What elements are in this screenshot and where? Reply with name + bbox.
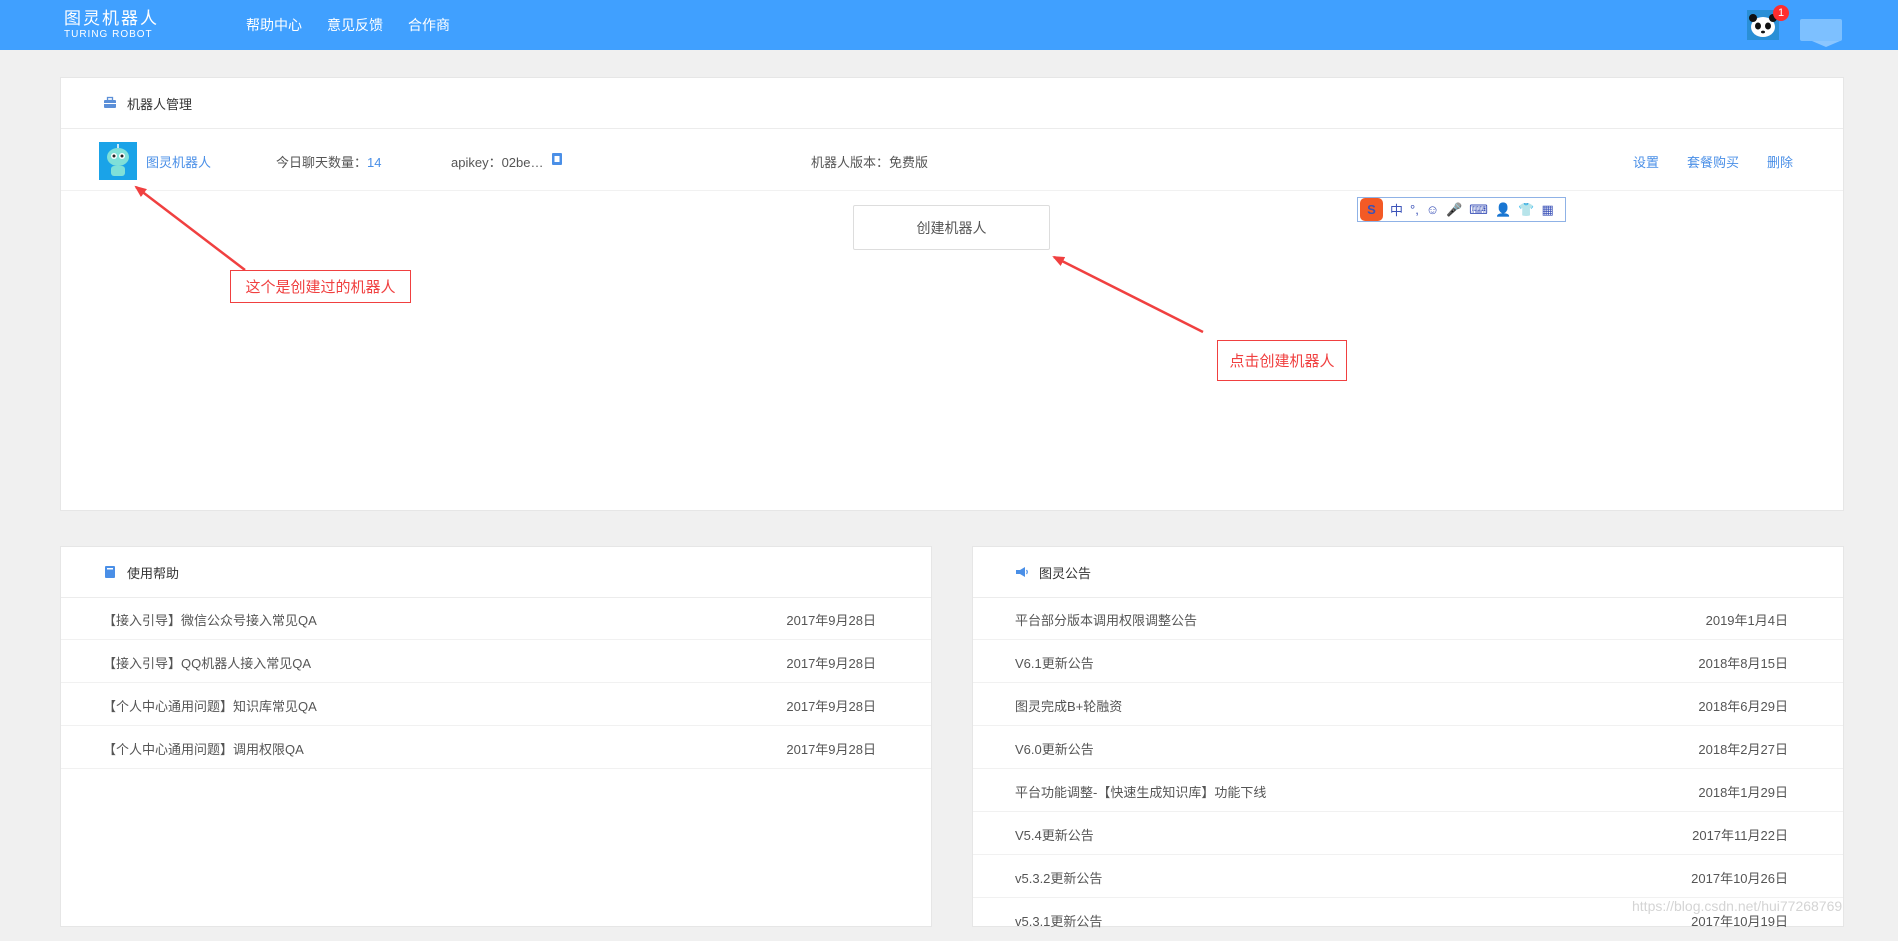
notice-item-title[interactable]: V5.4更新公告 <box>1015 825 1094 844</box>
notice-panel-header: 图灵公告 <box>973 547 1843 598</box>
notice-item-title[interactable]: V6.1更新公告 <box>1015 653 1094 672</box>
help-item-date: 2017年9月28日 <box>786 613 876 628</box>
list-item[interactable]: 平台部分版本调用权限调整公告 2019年1月4日 <box>973 597 1843 640</box>
notice-item-date: 2019年1月4日 <box>1705 613 1788 628</box>
help-list: 【接入引导】微信公众号接入常见QA 2017年9月28日 【接入引导】QQ机器人接… <box>61 597 931 769</box>
notice-item-title[interactable]: v5.3.2更新公告 <box>1015 868 1102 887</box>
book-icon <box>105 566 115 578</box>
help-item-title[interactable]: 【接入引导】QQ机器人接入常见QA <box>103 653 311 672</box>
notice-item-date: 2018年6月29日 <box>1698 699 1788 714</box>
annotation-created-robot: 这个是创建过的机器人 <box>230 270 411 303</box>
help-item-date: 2017年9月28日 <box>786 742 876 757</box>
notice-item-date: 2018年8月15日 <box>1698 656 1788 671</box>
notice-item-date: 2018年2月27日 <box>1698 742 1788 757</box>
notice-panel: 图灵公告 平台部分版本调用权限调整公告 2019年1月4日 V6.1更新公告 201… <box>972 546 1844 941</box>
list-item[interactable]: 【接入引导】微信公众号接入常见QA 2017年9月28日 <box>61 597 931 640</box>
notice-list: 平台部分版本调用权限调整公告 2019年1月4日 V6.1更新公告 2018年8月1… <box>973 597 1843 941</box>
notice-panel-title: 图灵公告 <box>1039 565 1092 581</box>
list-item[interactable]: 图灵完成B+轮融资 2018年6月29日 <box>973 683 1843 726</box>
arrow-to-create-button <box>1052 255 1204 334</box>
notice-item-date: 2017年11月22日 <box>1692 828 1788 843</box>
annotation-click-create: 点击创建机器人 <box>1217 340 1347 381</box>
help-panel: 使用帮助 【接入引导】微信公众号接入常见QA 2017年9月28日 【接入引导】Q… <box>60 546 932 927</box>
watermark: https://blog.csdn.net/hui77268769 <box>1632 898 1843 914</box>
notice-item-title[interactable]: V6.0更新公告 <box>1015 739 1094 758</box>
arrow-to-robot <box>134 185 246 271</box>
help-panel-header: 使用帮助 <box>61 547 931 598</box>
help-item-date: 2017年9月28日 <box>786 699 876 714</box>
list-item[interactable]: v5.3.2更新公告 2017年10月26日 <box>973 855 1843 898</box>
list-item[interactable]: V6.0更新公告 2018年2月27日 <box>973 726 1843 769</box>
notice-item-title[interactable]: 图灵完成B+轮融资 <box>1015 696 1122 715</box>
list-item[interactable]: 【接入引导】QQ机器人接入常见QA 2017年9月28日 <box>61 640 931 683</box>
help-item-title[interactable]: 【个人中心通用问题】调用权限QA <box>103 739 304 758</box>
help-panel-title: 使用帮助 <box>127 565 180 581</box>
help-item-title[interactable]: 【接入引导】微信公众号接入常见QA <box>103 610 317 629</box>
megaphone-icon <box>1016 567 1028 577</box>
list-item[interactable]: 【个人中心通用问题】调用权限QA 2017年9月28日 <box>61 726 931 769</box>
list-item[interactable]: 平台功能调整-【快速生成知识库】功能下线 2018年1月29日 <box>973 769 1843 812</box>
help-item-title[interactable]: 【个人中心通用问题】知识库常见QA <box>103 696 317 715</box>
notice-item-title[interactable]: 平台部分版本调用权限调整公告 <box>1015 610 1197 629</box>
list-item[interactable]: 【个人中心通用问题】知识库常见QA 2017年9月28日 <box>61 683 931 726</box>
help-item-date: 2017年9月28日 <box>786 656 876 671</box>
notice-item-date: 2017年10月26日 <box>1691 871 1788 886</box>
list-item[interactable]: V6.1更新公告 2018年8月15日 <box>973 640 1843 683</box>
notice-item-title[interactable]: v5.3.1更新公告 <box>1015 911 1102 930</box>
list-item[interactable]: V5.4更新公告 2017年11月22日 <box>973 812 1843 855</box>
notice-item-title[interactable]: 平台功能调整-【快速生成知识库】功能下线 <box>1015 782 1266 801</box>
notice-item-date: 2018年1月29日 <box>1698 785 1788 800</box>
